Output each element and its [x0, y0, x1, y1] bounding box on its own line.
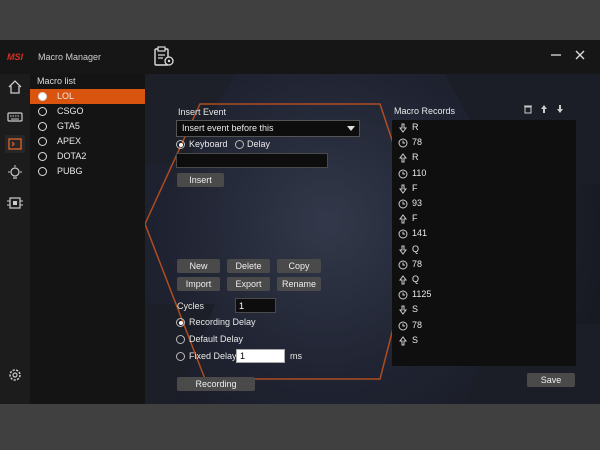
move-up-icon[interactable] [539, 104, 549, 114]
chip-icon[interactable] [5, 194, 25, 212]
insert-position-dropdown[interactable]: Insert event before this [176, 120, 360, 137]
record-value: 78 [412, 137, 423, 148]
macro-list-panel: Macro list LOL CSGO GTA5 APEX DOTA2 PUBG [30, 74, 145, 404]
default-delay-label: Default Delay [189, 334, 244, 344]
delay-icon [398, 138, 408, 148]
ms-unit-label: ms [290, 351, 302, 361]
record-value: R [412, 122, 419, 132]
recording-delay-radio[interactable] [176, 318, 185, 327]
delay-icon [398, 169, 408, 179]
record-value: 78 [412, 258, 423, 269]
key-up-icon [399, 153, 407, 163]
macro-item-apex[interactable]: APEX [30, 134, 145, 149]
record-value: S [412, 334, 419, 345]
record-value: R [412, 152, 419, 163]
macro-icon[interactable] [5, 135, 25, 153]
keyboard-option-label: Keyboard [189, 139, 228, 149]
msi-logo: MSI [7, 52, 24, 62]
rename-button[interactable]: Rename [277, 277, 321, 291]
macro-records-title: Macro Records [394, 106, 456, 116]
key-up-icon [399, 335, 407, 346]
delay-icon [398, 199, 408, 209]
recording-delay-label: Recording Delay [189, 317, 256, 327]
macro-item-csgo[interactable]: CSGO [30, 104, 145, 119]
macro-radio [38, 92, 47, 101]
macro-radio [38, 137, 47, 146]
fixed-delay-label: Fixed Delay [189, 351, 237, 361]
delay-radio[interactable] [235, 140, 244, 149]
fixed-delay-input[interactable] [236, 349, 285, 363]
record-value: 78 [412, 319, 423, 330]
record-value: F [412, 182, 418, 193]
macro-radio [38, 107, 47, 116]
export-button[interactable]: Export [227, 277, 270, 291]
save-button[interactable]: Save [527, 373, 575, 387]
macro-item-dota2[interactable]: DOTA2 [30, 149, 145, 164]
macro-item-lol[interactable]: LOL [30, 89, 145, 104]
recording-button[interactable]: Recording [177, 377, 255, 391]
record-value: 141 [412, 228, 428, 239]
lighting-icon[interactable] [5, 164, 25, 182]
delay-icon [398, 321, 408, 331]
macro-item-pubg[interactable]: PUBG [30, 164, 145, 179]
macro-item-gta5[interactable]: GTA5 [30, 119, 145, 134]
macro-radio [38, 122, 47, 131]
key-input[interactable] [176, 153, 328, 168]
minimize-icon[interactable] [549, 48, 563, 62]
new-button[interactable]: New [177, 259, 220, 273]
title-bar: MSI Macro Manager [0, 40, 600, 74]
chevron-down-icon [347, 126, 355, 131]
close-icon[interactable] [573, 48, 587, 62]
record-value: Q [412, 243, 420, 254]
macro-item-label: GTA5 [57, 121, 80, 131]
cycles-label: Cycles [177, 301, 205, 311]
macro-radio [38, 152, 47, 161]
delay-icon [398, 229, 408, 239]
default-delay-radio[interactable] [176, 335, 185, 344]
key-down-icon [399, 184, 407, 194]
record-value: Q [412, 274, 420, 284]
macro-item-label: APEX [57, 136, 82, 146]
key-down-icon [399, 305, 407, 316]
macro-list-title: Macro list [37, 76, 76, 86]
delay-option-label: Delay [247, 139, 271, 149]
record-value: 1125 [412, 289, 432, 300]
key-up-icon [399, 214, 407, 224]
fixed-delay-radio[interactable] [176, 352, 185, 361]
insert-event-title: Insert Event [178, 107, 227, 117]
keyboard-radio[interactable] [176, 140, 185, 149]
macro-item-label: CSGO [57, 106, 84, 116]
delay-icon [398, 290, 408, 300]
home-icon[interactable] [5, 78, 25, 96]
delay-icon [398, 260, 408, 270]
keyboard-icon[interactable] [5, 108, 25, 126]
app-title: Macro Manager [38, 52, 102, 62]
copy-button[interactable]: Copy [277, 259, 321, 273]
record-value: F [412, 213, 418, 224]
insert-button[interactable]: Insert [177, 173, 224, 187]
record-value: 110 [412, 167, 427, 178]
clipboard-settings-icon[interactable] [152, 46, 176, 68]
record-value: S [412, 304, 419, 315]
import-button[interactable]: Import [177, 277, 220, 291]
record-value: 93 [412, 198, 423, 208]
macro-item-label: LOL [57, 91, 75, 101]
move-down-icon[interactable] [555, 104, 565, 114]
cycles-input[interactable] [235, 298, 276, 313]
key-up-icon [399, 275, 407, 285]
macro-item-label: DOTA2 [57, 151, 87, 161]
sidebar [0, 74, 30, 404]
macro-radio [38, 167, 47, 176]
trash-icon[interactable] [523, 104, 533, 114]
key-down-icon [399, 123, 407, 133]
key-down-icon [399, 245, 407, 255]
dropdown-value: Insert event before this [182, 123, 274, 133]
macro-item-label: PUBG [57, 166, 83, 176]
settings-gear-icon[interactable] [5, 366, 25, 384]
delete-button[interactable]: Delete [227, 259, 270, 273]
